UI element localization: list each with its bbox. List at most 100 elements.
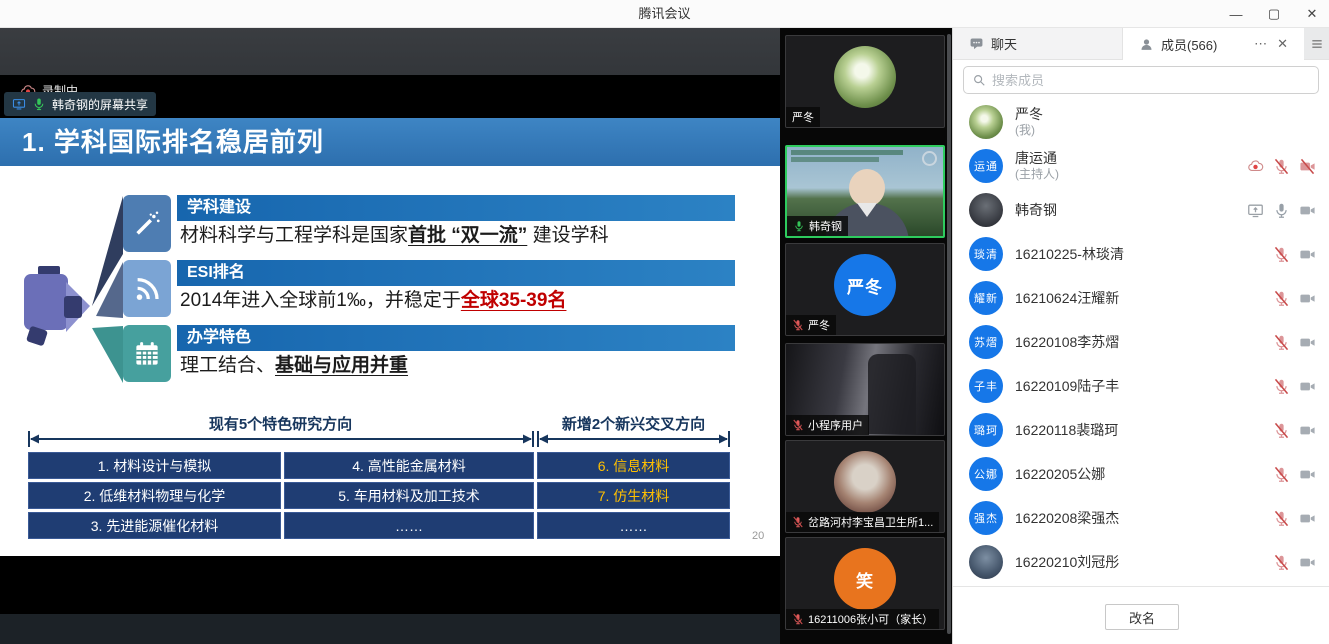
member-texts: 16210624汪耀新 xyxy=(1015,290,1273,307)
avatar xyxy=(834,451,896,513)
video-tile[interactable]: 韩奇钢 xyxy=(785,145,945,238)
window-title: 腾讯会议 xyxy=(0,0,1329,28)
video-tile[interactable]: 严冬严冬 xyxy=(785,243,945,336)
section-body-segment: 2014年进入全球前1‰，并稳定于 xyxy=(180,290,461,311)
video-tile[interactable]: 小程序用户 xyxy=(785,343,945,436)
member-row[interactable]: 韩奇钢 xyxy=(953,188,1329,232)
tab-chat-label: 聊天 xyxy=(991,34,1017,53)
member-list: 严冬(我)运通唐运通(主持人)韩奇钢琰清16210225-林琰清耀新162106… xyxy=(953,100,1329,584)
meeting-window: 腾讯会议 — ▢ ✕ 录制中 1. 学科国际排名稳居前列 xyxy=(0,0,1329,644)
video-tile[interactable]: 笑16211006张小可（家长） xyxy=(785,537,945,630)
tab-chat[interactable]: 聊天 xyxy=(953,28,1123,60)
avatar: 运通 xyxy=(969,149,1003,183)
member-row[interactable]: 严冬(我) xyxy=(953,100,1329,144)
minimize-icon[interactable]: — xyxy=(1227,5,1245,23)
video-tile[interactable]: 岔路河村李宝昌卫生所1... xyxy=(785,440,945,533)
avatar: 严冬 xyxy=(834,254,896,316)
member-texts: 16220118裴璐珂 xyxy=(1015,422,1273,439)
wand-icon xyxy=(132,209,162,239)
cam-on-icon xyxy=(1299,378,1316,395)
table-group2-label: 新增2个新兴交叉方向 xyxy=(537,413,730,431)
avatar: 耀新 xyxy=(969,281,1003,315)
more-icon[interactable]: ⋯ xyxy=(1254,36,1267,52)
member-status-icons xyxy=(1273,246,1316,263)
member-row[interactable]: 苏熠16220108李苏熠 xyxy=(953,320,1329,364)
avatar: 笑 xyxy=(834,548,896,610)
maximize-icon[interactable]: ▢ xyxy=(1265,5,1283,23)
mic-icon xyxy=(32,97,46,111)
mic-muted-icon xyxy=(1273,510,1290,527)
mic-muted-icon xyxy=(1273,466,1290,483)
member-status-icons xyxy=(1273,378,1316,395)
cam-on-icon xyxy=(1299,554,1316,571)
section-body-segment: 理工结合、 xyxy=(180,355,275,376)
member-row[interactable]: 耀新 16210624汪耀新 xyxy=(953,276,1329,320)
participant-silhouette xyxy=(868,354,916,434)
member-row[interactable]: 运通唐运通(主持人) xyxy=(953,144,1329,188)
member-status-icons xyxy=(1273,466,1316,483)
member-name: 16210225-林琰清 xyxy=(1015,246,1273,263)
member-name: 唐运通 xyxy=(1015,150,1247,167)
window-titlebar: 腾讯会议 — ▢ ✕ xyxy=(0,0,1329,28)
table-cell: 5. 车用材料及加工技术 xyxy=(284,482,534,509)
mic-muted-icon xyxy=(792,319,804,331)
avatar xyxy=(834,46,896,108)
section-body-segment: 材料科学与工程学科是国家 xyxy=(180,225,408,246)
member-row[interactable]: 强杰16220208梁强杰 xyxy=(953,496,1329,540)
video-strip-scrollbar[interactable] xyxy=(947,34,951,634)
table-cell: …… xyxy=(284,512,534,539)
panel-menu-button[interactable] xyxy=(1304,28,1329,60)
table-cell: …… xyxy=(537,512,730,539)
avatar: 琰清 xyxy=(969,237,1003,271)
table-cell: 7. 仿生材料 xyxy=(537,482,730,509)
cam-on-icon xyxy=(1299,466,1316,483)
mic-muted-icon xyxy=(792,516,804,528)
video-tile-name-label: 小程序用户 xyxy=(786,415,869,435)
section-body-segment: 建设学科 xyxy=(527,225,608,246)
mic-muted-icon xyxy=(1273,246,1290,263)
member-search-input[interactable] xyxy=(992,73,1310,88)
university-logo xyxy=(922,151,937,166)
member-status-icons xyxy=(1247,202,1316,219)
video-strip: 严冬韩奇钢严冬严冬小程序用户岔路河村李宝昌卫生所1...笑16211006张小可… xyxy=(780,28,952,644)
rename-button[interactable]: 改名 xyxy=(1105,604,1179,630)
avatar: 强杰 xyxy=(969,501,1003,535)
participant-name: 小程序用户 xyxy=(808,417,863,433)
presentation-slide: 1. 学科国际排名稳居前列 学科建设材料科学与工程学科是国家首批 “双一流” 建… xyxy=(0,118,780,556)
tab-actions: ⋯ ✕ xyxy=(1254,36,1288,52)
close-icon[interactable]: ✕ xyxy=(1303,5,1321,23)
avatar xyxy=(969,105,1003,139)
mic-muted-icon xyxy=(1273,334,1290,351)
mic-muted-icon xyxy=(792,613,804,625)
tab-members[interactable]: 成员(566) ⋯ ✕ xyxy=(1123,28,1304,60)
section-body: 2014年进入全球前1‰，并稳定于全球35-39名 xyxy=(180,287,770,317)
section-header: 学科建设 xyxy=(177,195,735,221)
member-row[interactable]: 子丰16220109陆子丰 xyxy=(953,364,1329,408)
member-texts: 16220108李苏熠 xyxy=(1015,334,1273,351)
table-cell: 2. 低维材料物理与化学 xyxy=(28,482,281,509)
member-texts: 唐运通(主持人) xyxy=(1015,150,1247,182)
member-row[interactable]: 琰清 16210225-林琰清 xyxy=(953,232,1329,276)
avatar xyxy=(969,545,1003,579)
member-row[interactable]: 公娜16220205公娜 xyxy=(953,452,1329,496)
member-name: 韩奇钢 xyxy=(1015,202,1247,219)
member-row[interactable]: 16220210刘冠彤 xyxy=(953,540,1329,584)
bottom-strip xyxy=(0,614,780,644)
member-texts: 16220210刘冠彤 xyxy=(1015,554,1273,571)
member-role: (我) xyxy=(1015,123,1316,138)
member-status-icons xyxy=(1273,290,1316,307)
panel-tab-bar: 聊天 成员(566) ⋯ ✕ xyxy=(953,28,1329,60)
table-group1-label: 现有5个特色研究方向 xyxy=(28,413,533,431)
virtual-background-text xyxy=(791,157,879,162)
screen-share-badge: 韩奇钢的屏幕共享 xyxy=(4,92,156,116)
section-icon-tile xyxy=(123,325,171,382)
close-panel-icon[interactable]: ✕ xyxy=(1277,36,1288,52)
menu-icon xyxy=(1310,37,1324,51)
cam-muted-icon xyxy=(1299,158,1316,175)
member-row[interactable]: 璐珂16220118裴璐珂 xyxy=(953,408,1329,452)
members-panel: 聊天 成员(566) ⋯ ✕ 严冬(我)运通唐运通(主持人)韩奇钢琰清16210… xyxy=(952,28,1329,644)
member-search-box xyxy=(963,66,1319,94)
member-status-icons xyxy=(1273,510,1316,527)
mic-on-icon xyxy=(1273,202,1290,219)
video-tile[interactable]: 严冬 xyxy=(785,35,945,128)
